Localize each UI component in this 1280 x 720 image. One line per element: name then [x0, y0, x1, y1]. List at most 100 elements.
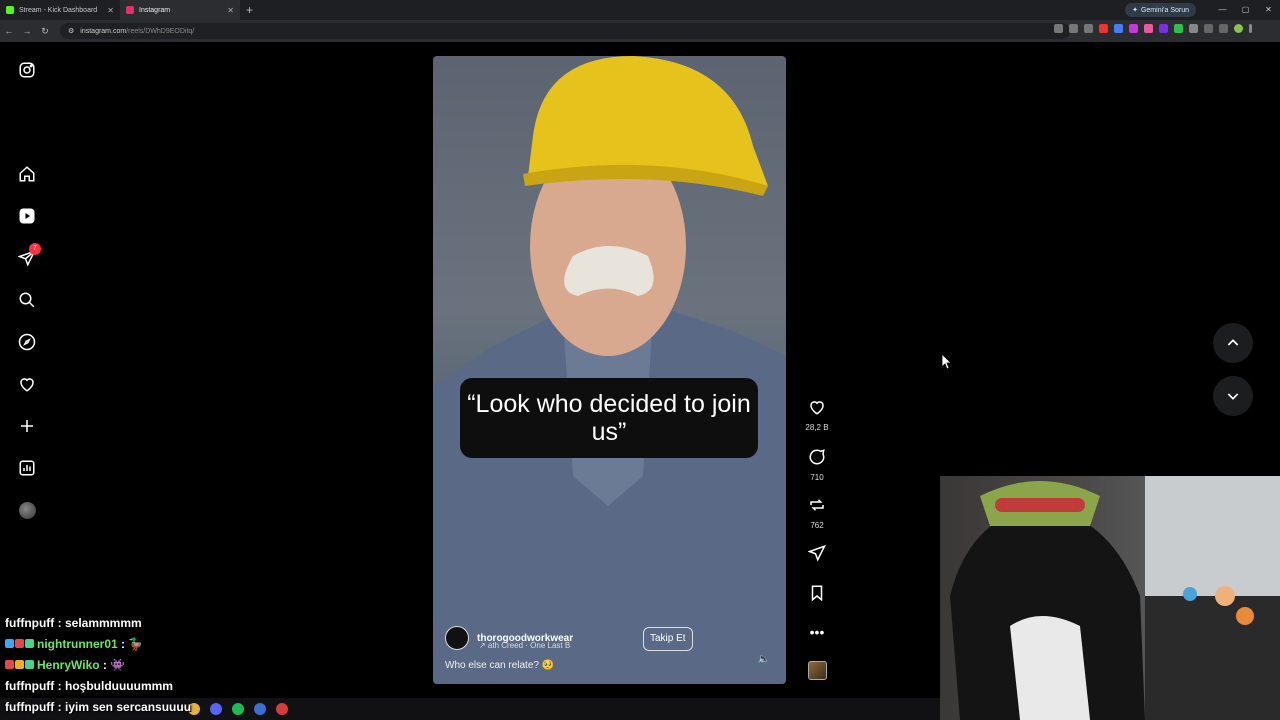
mouse-cursor-icon: [941, 353, 952, 374]
extension-icon[interactable]: [1129, 24, 1138, 33]
repost-count: 762: [810, 521, 824, 530]
back-arrow-icon[interactable]: ←: [0, 26, 18, 36]
close-tab-icon[interactable]: ✕: [107, 6, 114, 15]
reload-icon[interactable]: ↻: [36, 26, 54, 37]
reel-caption: Who else can relate? 🥺: [445, 660, 555, 671]
chat-message: nightrunner01 : 🦆: [0, 633, 432, 654]
tab-kick-dashboard[interactable]: Stream - Kick Dashboard ✕: [0, 0, 120, 20]
extension-icon[interactable]: [1219, 24, 1228, 33]
extension-icon[interactable]: [1114, 24, 1123, 33]
close-tab-icon[interactable]: ✕: [227, 6, 234, 15]
heart-icon[interactable]: [17, 374, 37, 394]
url-host: instagram.com: [80, 27, 127, 35]
bookmark-star-icon[interactable]: [1084, 24, 1093, 33]
previous-reel-button[interactable]: [1213, 323, 1253, 363]
messages-icon[interactable]: 7: [17, 243, 41, 268]
create-plus-icon[interactable]: [17, 416, 37, 436]
notification-count-badge: 7: [29, 243, 41, 255]
maximize-button[interactable]: ▢: [1234, 0, 1257, 20]
heart-icon: [810, 401, 824, 415]
instagram-logo-icon[interactable]: [17, 60, 37, 80]
gemini-label: Gemini'a Sorun: [1140, 6, 1189, 14]
tab-title: Instagram: [139, 6, 171, 14]
like-count: 28,2 B: [805, 423, 829, 432]
worker-illustration: [433, 56, 786, 684]
new-tab-button[interactable]: +: [246, 3, 253, 17]
stream-chat-overlay: fuffnpuff : selammmmm nightrunner01 : 🦆 …: [0, 612, 432, 717]
badge-icon: [25, 639, 34, 648]
zoom-icon[interactable]: [1054, 24, 1063, 33]
reels-icon[interactable]: [17, 206, 37, 226]
badge-icon: [25, 660, 34, 669]
badge-icon: [15, 639, 24, 648]
site-info-icon[interactable]: ⚙: [68, 27, 74, 35]
browser-tab-strip: Stream - Kick Dashboard ✕ Instagram ✕ + …: [0, 0, 1280, 20]
forward-arrow-icon[interactable]: →: [18, 26, 36, 36]
chat-message: fuffnpuff : iyim sen sercansuuuu: [5, 699, 192, 714]
webcam-scene: [950, 476, 1280, 720]
chat-message: HenryWiko : 👾: [0, 654, 432, 675]
reel-audio-info[interactable]: ↗ ath Creed · One Last B: [479, 641, 570, 650]
tab-instagram[interactable]: Instagram ✕: [120, 0, 240, 20]
badge-icon: [5, 660, 14, 669]
chat-text: 👾: [110, 657, 126, 672]
chat-message: fuffnpuff : selammmmm: [5, 615, 142, 630]
gemini-sparkle-icon: ✦: [1132, 7, 1138, 14]
kick-favicon-icon: [6, 6, 14, 14]
dashboard-chart-icon[interactable]: [17, 458, 37, 478]
home-icon[interactable]: [17, 164, 37, 184]
share-icon[interactable]: [800, 544, 834, 567]
next-reel-button[interactable]: [1213, 376, 1253, 416]
url-path: /reels/DWhD9EODitq/: [126, 27, 195, 35]
extension-icon[interactable]: [1144, 24, 1153, 33]
chat-username: nightrunner01: [37, 636, 118, 651]
volume-icon[interactable]: 🔈: [758, 654, 770, 665]
extension-icon[interactable]: [1174, 24, 1183, 33]
extension-icon[interactable]: [1204, 24, 1213, 33]
chat-username: HenryWiko: [37, 657, 100, 672]
chat-badges: [5, 660, 34, 669]
chat-text: hoşbulduuuummm: [64, 678, 173, 693]
badge-icon: [5, 639, 14, 648]
minimize-button[interactable]: —: [1211, 0, 1234, 20]
repost-action[interactable]: 762: [800, 496, 834, 530]
chat-badges: [5, 639, 34, 648]
cast-icon[interactable]: [1069, 24, 1078, 33]
streamer-webcam: [940, 476, 1280, 720]
comment-action[interactable]: 710: [800, 448, 834, 482]
chat-text: iyim sen sercansuuuu: [64, 699, 192, 714]
chevron-down-icon: [1227, 393, 1239, 400]
save-bookmark-icon[interactable]: [800, 584, 834, 607]
extension-icon[interactable]: [1099, 24, 1108, 33]
menu-kebab-icon[interactable]: [1249, 24, 1252, 33]
close-window-button[interactable]: ✕: [1257, 0, 1280, 20]
chat-text: selammmmm: [64, 615, 142, 630]
like-action[interactable]: 28,2 B: [800, 398, 834, 432]
profile-avatar[interactable]: [17, 500, 37, 520]
badge-icon: [15, 660, 24, 669]
profile-avatar-icon[interactable]: [1234, 24, 1243, 33]
follow-button[interactable]: Takip Et: [643, 627, 693, 651]
gemini-button[interactable]: ✦ Gemini'a Sorun: [1125, 3, 1196, 17]
owner-avatar[interactable]: [445, 626, 469, 650]
reel-video[interactable]: “Look who decided to join us” thorogoodw…: [433, 56, 786, 684]
extension-toolbar: [1054, 24, 1252, 33]
comment-icon: [809, 449, 825, 465]
explore-compass-icon[interactable]: [17, 332, 37, 352]
url-field[interactable]: ⚙ instagram.com/reels/DWhD9EODitq/: [60, 23, 1070, 39]
window-controls: — ▢ ✕: [1211, 0, 1280, 20]
reel-overlay-text: “Look who decided to join us”: [460, 378, 758, 458]
instagram-favicon-icon: [126, 6, 134, 14]
extension-icon[interactable]: [1159, 24, 1168, 33]
extensions-puzzle-icon[interactable]: [1189, 24, 1198, 33]
audio-thumbnail[interactable]: [808, 661, 827, 680]
chevron-up-icon: [1227, 339, 1239, 346]
chat-message: fuffnpuff : hoşbulduuuummm: [5, 678, 173, 693]
chat-username: fuffnpuff: [5, 699, 55, 714]
tab-title: Stream - Kick Dashboard: [19, 6, 98, 14]
more-options-icon[interactable]: •••: [800, 624, 834, 640]
chat-username: fuffnpuff: [5, 615, 55, 630]
comment-count: 710: [810, 473, 824, 482]
chat-username: fuffnpuff: [5, 678, 55, 693]
search-icon[interactable]: [17, 290, 37, 310]
